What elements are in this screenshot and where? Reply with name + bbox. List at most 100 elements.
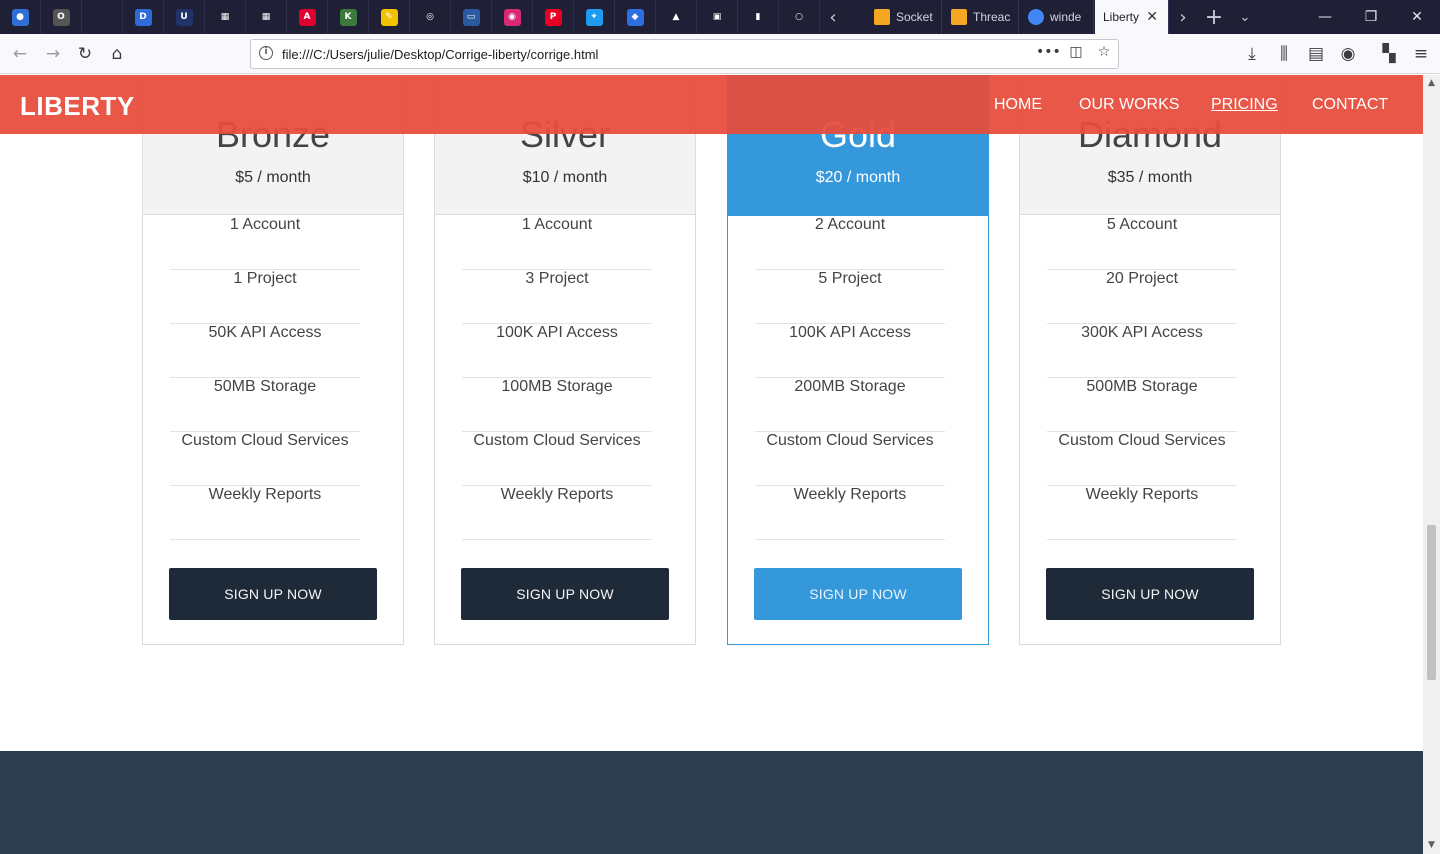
plan-feature: Custom Cloud Services [1047,432,1237,486]
pinned-tab[interactable]: ▲ [656,0,697,34]
pricing-card-silver: Silver $10 / month 1 Account 3 Project 100K … [434,75,696,645]
scroll-tabs-left-icon[interactable]: ‹ [822,0,844,34]
pinned-tab[interactable]: ◉ [492,0,533,34]
pinned-tab[interactable]: P [533,0,574,34]
globe-icon: ◎ [421,8,439,26]
sign-up-button[interactable]: SIGN UP NOW [461,568,669,620]
plan-feature: 1 Project [170,270,360,324]
pinned-tab[interactable]: ▭ [451,0,492,34]
plan-feature: 5 Project [755,270,945,324]
sign-up-button[interactable]: SIGN UP NOW [1046,568,1254,620]
pinned-tab[interactable]: ▣ [697,0,738,34]
back-icon[interactable]: ← [6,40,34,68]
browser-tab-label: winde [1050,10,1082,24]
pinned-tab[interactable]: A [287,0,328,34]
pinned-tab[interactable]: ✦ [574,0,615,34]
plan-feature: 500MB Storage [1047,378,1237,432]
plan-feature: 100K API Access [462,324,652,378]
restore-icon[interactable]: ❐ [1348,0,1394,34]
pinned-tab[interactable]: ▦ [205,0,246,34]
nav-link-our-works[interactable]: OUR WORKS [1079,96,1179,114]
account-icon[interactable]: ◉ [1334,40,1362,68]
circle-icon: ○ [790,8,808,26]
scroll-down-icon[interactable]: ▼ [1423,837,1440,854]
close-tab-icon[interactable]: ✕ [1146,9,1158,25]
screen-icon: ▭ [462,8,480,26]
menu-icon[interactable]: ≡ [1407,40,1435,68]
pencil-icon: ✎ [380,8,398,26]
plan-feature: 2 Account [755,216,945,270]
bing-icon [874,9,890,25]
reload-icon[interactable]: ↻ [71,40,99,68]
pricing-card-gold: Gold $20 / month 2 Account 5 Project 100K AP… [727,75,989,645]
plan-feature: Custom Cloud Services [755,432,945,486]
udemy-icon: U [175,8,193,26]
pinned-tab[interactable]: ◆ [615,0,656,34]
extensions-icon[interactable]: ▚ [1375,40,1403,68]
url-text[interactable]: file:///C:/Users/julie/Desktop/Corrige-l… [282,47,598,62]
plan-feature: Custom Cloud Services [170,432,360,486]
page-viewport: Bronze $5 / month 1 Account 1 Project 50K AP… [0,75,1423,854]
url-bar[interactable]: i file:///C:/Users/julie/Desktop/Corrige… [250,39,1119,69]
site-header: LIBERTY HOME OUR WORKS PRICING CONTACT [0,75,1423,134]
browser-tab[interactable]: winde [1020,0,1094,34]
plan-feature: 1 Account [462,216,652,270]
sign-up-button[interactable]: SIGN UP NOW [754,568,962,620]
pinned-tab[interactable] [82,0,123,34]
sign-up-button[interactable]: SIGN UP NOW [169,568,377,620]
minimize-icon[interactable]: — [1302,0,1348,34]
nav-link-home[interactable]: HOME [994,96,1042,114]
drive-icon: ▲ [667,8,685,26]
browser-tab[interactable]: Liberty ✕ [1095,0,1169,34]
bookmark-star-icon[interactable]: ☆ [1093,44,1115,64]
list-all-tabs-icon[interactable]: ⌄ [1234,0,1256,34]
pinterest-icon: P [544,8,562,26]
pinned-tab[interactable]: ▦ [246,0,287,34]
pinned-tab[interactable]: K [328,0,369,34]
sidebar-icon[interactable]: ▤ [1302,40,1330,68]
library-icon[interactable]: ⫼ [1270,40,1298,68]
pinned-tab[interactable]: ○ [779,0,820,34]
twitter-icon: ✦ [585,8,603,26]
plan-feature: 50K API Access [170,324,360,378]
scroll-up-icon[interactable]: ▲ [1423,75,1440,92]
angular-icon: A [298,8,316,26]
page-actions-icon[interactable]: ••• [1036,44,1061,64]
pinned-tab[interactable]: ● [0,0,41,34]
page-scrollbar[interactable]: ▲ ▼ [1423,75,1440,854]
plan-feature: 100K API Access [755,324,945,378]
close-window-icon[interactable]: ✕ [1394,0,1440,34]
downloads-icon[interactable]: ⤓ [1238,40,1266,68]
plan-feature: 5 Account [1047,216,1237,270]
forward-icon[interactable]: → [39,40,67,68]
microsoft-icon: ▦ [216,8,234,26]
new-tab-icon[interactable]: + [1203,0,1225,34]
nav-link-pricing[interactable]: PRICING [1211,96,1278,114]
plan-price: $10 / month [522,169,608,186]
instagram-icon: ◉ [503,8,521,26]
pinned-tab[interactable]: ▮ [738,0,779,34]
analytics-icon: ▮ [749,8,767,26]
pricing-card-bronze: Bronze $5 / month 1 Account 1 Project 50K AP… [142,75,404,645]
pinned-tab[interactable]: ✎ [369,0,410,34]
microsoft-store-icon: ▦ [257,8,275,26]
browser-tab[interactable]: Socket [866,0,942,34]
nav-link-contact[interactable]: CONTACT [1312,96,1388,114]
site-logo[interactable]: LIBERTY [20,91,135,122]
scroll-tabs-right-icon[interactable]: › [1172,0,1194,34]
browser-tab-label: Socket [896,10,933,24]
plan-feature: 1 Account [170,216,360,270]
plan-feature: 100MB Storage [462,378,652,432]
pinned-tab[interactable]: ◎ [410,0,451,34]
browser-tab-bar: ● O D U ▦ ▦ A K ✎ ◎ ▭ ◉ P ✦ ◆ ▲ ▣ ▮ ○ ‹ Socket Threac winde L… [0,0,1440,34]
pinned-tab[interactable]: O [41,0,82,34]
site-info-icon[interactable]: i [259,46,273,60]
scrollbar-thumb[interactable] [1427,525,1436,680]
pocket-icon[interactable]: ◫ [1065,44,1087,64]
pinned-tab[interactable]: D [123,0,164,34]
plan-feature: 50MB Storage [170,378,360,432]
home-icon[interactable]: ⌂ [103,40,131,68]
pinned-tab[interactable]: U [164,0,205,34]
plan-feature: 20 Project [1047,270,1237,324]
browser-tab[interactable]: Threac [943,0,1019,34]
